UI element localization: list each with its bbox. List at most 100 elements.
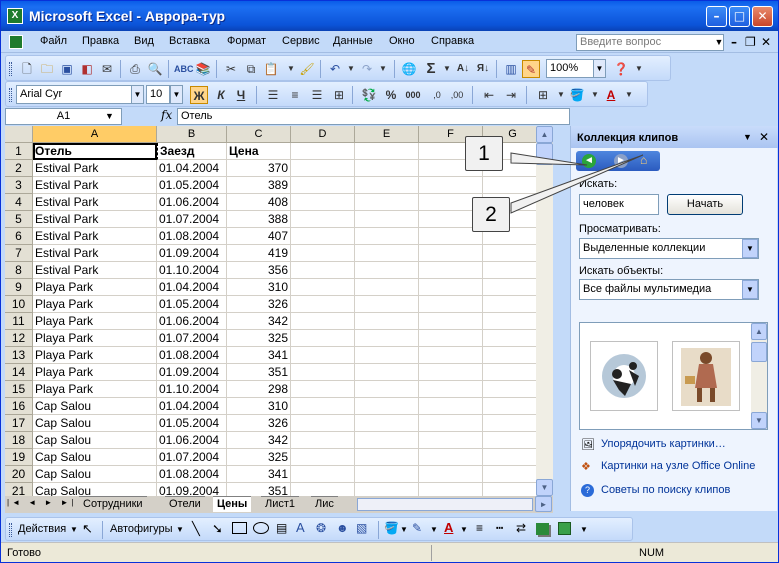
font-color-icon[interactable]: A: [444, 520, 453, 535]
oval-icon[interactable]: [253, 522, 269, 534]
copy-icon[interactable]: ⧉: [242, 60, 260, 78]
table-cell[interactable]: [355, 449, 419, 466]
table-cell[interactable]: [291, 279, 355, 296]
underline-button[interactable]: Ч: [232, 86, 250, 104]
3d-icon[interactable]: [558, 522, 571, 535]
column-header[interactable]: C: [227, 126, 291, 143]
table-cell[interactable]: [419, 398, 483, 415]
table-cell[interactable]: 325: [227, 330, 291, 347]
table-cell[interactable]: [419, 296, 483, 313]
ask-dropdown-icon[interactable]: ▼: [713, 34, 725, 51]
office-online-link[interactable]: Картинки на узле Office Online: [601, 460, 755, 472]
browse-select[interactable]: Выделенные коллекции: [579, 238, 759, 259]
table-cell[interactable]: [291, 347, 355, 364]
table-cell[interactable]: [483, 245, 543, 262]
row-header[interactable]: 18: [5, 432, 33, 449]
doc-minimize-icon[interactable]: –: [731, 35, 737, 49]
table-cell[interactable]: [419, 483, 483, 496]
align-right-icon[interactable]: ☰: [308, 86, 326, 104]
table-cell[interactable]: Cap Salou: [33, 432, 157, 449]
table-cell[interactable]: Cap Salou: [33, 449, 157, 466]
results-scrollbar[interactable]: ▲ ▼: [751, 323, 767, 429]
tab-sheet[interactable]: Лист1: [261, 496, 300, 512]
table-cell[interactable]: [419, 330, 483, 347]
ask-question-input[interactable]: Введите вопрос: [576, 34, 724, 51]
table-cell[interactable]: Playa Park: [33, 347, 157, 364]
bold-button[interactable]: Ж: [190, 86, 208, 104]
table-cell[interactable]: [483, 279, 543, 296]
table-cell[interactable]: [355, 432, 419, 449]
thousands-button[interactable]: 000: [404, 86, 422, 104]
table-cell[interactable]: Estival Park: [33, 194, 157, 211]
table-cell[interactable]: Playa Park: [33, 296, 157, 313]
table-cell[interactable]: 341: [227, 466, 291, 483]
header-cell[interactable]: Заезд: [157, 143, 227, 160]
sort-asc-icon[interactable]: A↓: [454, 60, 472, 78]
table-cell[interactable]: [355, 483, 419, 496]
table-cell[interactable]: Estival Park: [33, 160, 157, 177]
table-cell[interactable]: 01.06.2004: [157, 194, 227, 211]
tab-sheet[interactable]: Лис: [311, 496, 338, 512]
menu-insert[interactable]: Вставка: [169, 35, 210, 49]
toolbar-grip[interactable]: [9, 88, 12, 102]
table-cell[interactable]: [355, 347, 419, 364]
table-cell[interactable]: 388: [227, 211, 291, 228]
table-cell[interactable]: [419, 279, 483, 296]
scroll-right-icon[interactable]: ►: [535, 496, 552, 512]
table-cell[interactable]: 01.04.2004: [157, 160, 227, 177]
table-cell[interactable]: [291, 262, 355, 279]
redo-dropdown-icon[interactable]: ▼: [374, 60, 392, 78]
table-cell[interactable]: [291, 177, 355, 194]
table-cell[interactable]: [355, 177, 419, 194]
row-header[interactable]: 12: [5, 330, 33, 347]
arrow-icon[interactable]: ➘: [212, 521, 223, 537]
menu-view[interactable]: Вид: [134, 35, 154, 49]
table-cell[interactable]: [355, 415, 419, 432]
close-button[interactable]: ✕: [752, 6, 773, 27]
name-box-dropdown-icon[interactable]: ▼: [105, 111, 114, 121]
table-cell[interactable]: [483, 398, 543, 415]
help-icon[interactable]: ❓: [612, 60, 630, 78]
font-select[interactable]: Arial Cyr: [16, 85, 132, 104]
currency-icon[interactable]: 💱: [360, 86, 378, 104]
menu-help[interactable]: Справка: [431, 35, 474, 49]
insert-function-icon[interactable]: fx: [161, 108, 172, 122]
table-cell[interactable]: 01.08.2004: [157, 466, 227, 483]
table-cell[interactable]: 01.05.2004: [157, 415, 227, 432]
table-cell[interactable]: 389: [227, 177, 291, 194]
row-header[interactable]: 8: [5, 262, 33, 279]
row-header[interactable]: 1: [5, 143, 33, 160]
table-cell[interactable]: Playa Park: [33, 364, 157, 381]
italic-button[interactable]: К: [212, 86, 230, 104]
toolbar-grip[interactable]: [9, 523, 12, 537]
table-cell[interactable]: Estival Park: [33, 177, 157, 194]
results-scroll-thumb[interactable]: [751, 342, 767, 362]
header-cell[interactable]: [291, 143, 355, 160]
toolbar-grip[interactable]: [9, 62, 12, 76]
table-cell[interactable]: [419, 415, 483, 432]
fill-color-icon[interactable]: 🪣: [568, 86, 586, 104]
autoshapes-menu[interactable]: Автофигуры: [110, 523, 173, 535]
table-cell[interactable]: 325: [227, 449, 291, 466]
wordart-icon[interactable]: A: [296, 520, 305, 535]
sort-desc-icon[interactable]: Я↓: [474, 60, 492, 78]
align-center-icon[interactable]: ≡: [286, 86, 304, 104]
drawing-icon[interactable]: ✎: [522, 60, 540, 78]
table-cell[interactable]: 351: [227, 364, 291, 381]
table-cell[interactable]: [291, 483, 355, 496]
actions-dropdown-icon[interactable]: ▼: [70, 525, 78, 534]
table-cell[interactable]: [355, 296, 419, 313]
table-cell[interactable]: [291, 228, 355, 245]
table-cell[interactable]: [483, 262, 543, 279]
table-cell[interactable]: 298: [227, 381, 291, 398]
tab-sheet[interactable]: Отели: [165, 496, 205, 512]
table-cell[interactable]: [291, 398, 355, 415]
draw-toolbar-options-icon[interactable]: ▼: [580, 525, 588, 534]
table-cell[interactable]: [483, 466, 543, 483]
table-cell[interactable]: [483, 364, 543, 381]
table-cell[interactable]: [419, 466, 483, 483]
table-cell[interactable]: Playa Park: [33, 279, 157, 296]
save-icon[interactable]: ▣: [58, 60, 76, 78]
open-icon[interactable]: 🗀: [38, 60, 56, 78]
table-cell[interactable]: [291, 211, 355, 228]
